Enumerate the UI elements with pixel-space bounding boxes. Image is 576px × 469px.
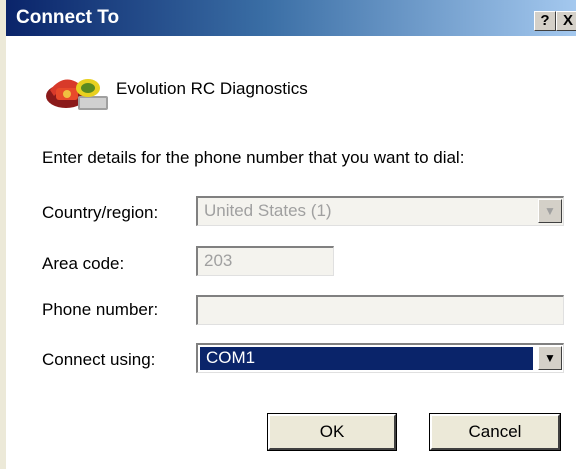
- area-code-field: 203: [196, 246, 334, 276]
- connect-using-label: Connect using:: [42, 350, 156, 369]
- window-title: Connect To: [16, 7, 120, 28]
- phone-icon: [46, 79, 108, 110]
- connect-using-value[interactable]: COM1: [200, 347, 533, 370]
- ok-button[interactable]: OK: [267, 413, 397, 451]
- instruction-text: Enter details for the phone number that …: [42, 148, 465, 167]
- connection-name: Evolution RC Diagnostics: [116, 79, 308, 98]
- phone-number-label: Phone number:: [42, 300, 159, 319]
- country-value: United States (1): [204, 201, 332, 220]
- phone-number-field: [196, 295, 564, 325]
- country-select: United States (1) ▼: [196, 196, 564, 226]
- connect-using-select[interactable]: COM1 ▼: [196, 343, 564, 373]
- close-button[interactable]: X: [556, 11, 576, 31]
- help-button[interactable]: ?: [534, 11, 556, 31]
- cancel-button[interactable]: Cancel: [429, 413, 561, 451]
- country-label: Country/region:: [42, 203, 159, 222]
- area-code-label: Area code:: [42, 254, 125, 273]
- title-bar: Connect To ? X: [6, 0, 576, 36]
- chevron-down-icon[interactable]: ▼: [538, 346, 562, 370]
- chevron-down-icon: ▼: [538, 199, 562, 223]
- connect-to-dialog: Connect To ? X Evolution RC Diagnostics …: [0, 0, 576, 469]
